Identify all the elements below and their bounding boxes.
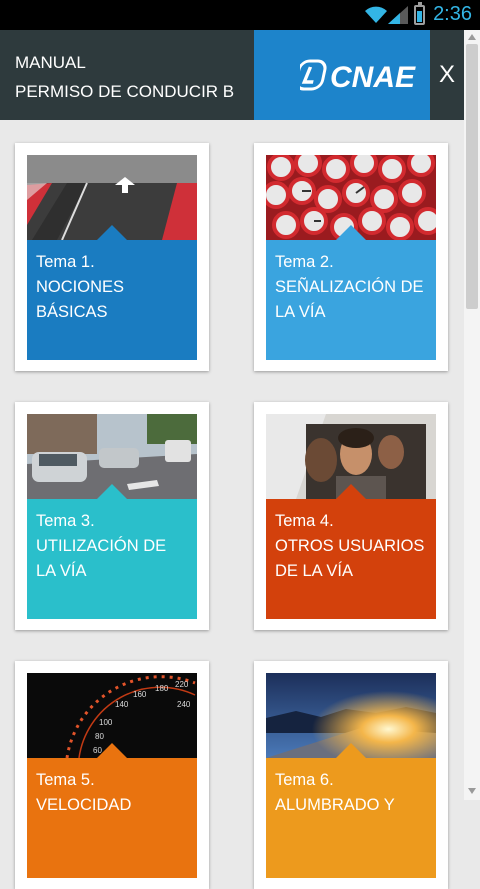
svg-text:240: 240 bbox=[177, 700, 191, 709]
topic-title-line-1: UTILIZACIÓN DE bbox=[36, 537, 167, 555]
topic-card-2[interactable]: Tema 2. SEÑALIZACIÓN DE LA VÍA bbox=[254, 143, 448, 371]
topic-number: Tema 4. bbox=[275, 512, 334, 530]
topic-panel: Tema 3. UTILIZACIÓN DE LA VÍA bbox=[27, 484, 197, 619]
topic-number: Tema 1. bbox=[36, 253, 95, 271]
topic-label: Tema 2. SEÑALIZACIÓN DE LA VÍA bbox=[275, 250, 430, 325]
topic-title-line-1: ALUMBRADO Y bbox=[275, 796, 395, 814]
logo-text: CNAE bbox=[330, 61, 416, 94]
topic-panel: Tema 5. VELOCIDAD bbox=[27, 743, 197, 878]
topic-number: Tema 5. bbox=[36, 771, 95, 789]
topic-label: Tema 3. UTILIZACIÓN DE LA VÍA bbox=[36, 509, 191, 584]
topic-title-line-2: LA VÍA bbox=[275, 303, 326, 321]
close-button[interactable]: X bbox=[430, 30, 464, 120]
svg-text:160: 160 bbox=[133, 690, 147, 699]
topic-number: Tema 3. bbox=[36, 512, 95, 530]
svg-text:100: 100 bbox=[99, 718, 113, 727]
scroll-down-icon[interactable] bbox=[466, 786, 478, 796]
clock: 2:36 bbox=[433, 3, 472, 25]
cnae-logo: CNAE bbox=[254, 30, 430, 120]
topic-number: Tema 2. bbox=[275, 253, 334, 271]
topic-card-3[interactable]: Tema 3. UTILIZACIÓN DE LA VÍA bbox=[15, 402, 209, 630]
topic-panel: Tema 4. OTROS USUARIOS DE LA VÍA bbox=[266, 484, 436, 619]
topic-title-line-1: OTROS USUARIOS bbox=[275, 537, 425, 555]
title-line-2: PERMISO DE CONDUCIR B bbox=[15, 82, 235, 101]
cnae-logo-mark: CNAE bbox=[300, 59, 416, 94]
topic-panel: Tema 2. SEÑALIZACIÓN DE LA VÍA bbox=[266, 225, 436, 360]
topic-label: Tema 5. VELOCIDAD bbox=[36, 768, 191, 818]
battery-icon bbox=[414, 2, 425, 25]
scrollbar-thumb[interactable] bbox=[466, 44, 478, 309]
app-header: MANUAL PERMISO DE CONDUCIR B CNAE X bbox=[0, 30, 464, 120]
page-title: MANUAL PERMISO DE CONDUCIR B bbox=[15, 48, 234, 106]
topic-card-1[interactable]: Tema 1. NOCIONES BÁSICAS bbox=[15, 143, 209, 371]
topic-title-line-2: LA VÍA bbox=[36, 562, 87, 580]
topic-panel: Tema 6. ALUMBRADO Y bbox=[266, 743, 436, 878]
topic-label: Tema 1. NOCIONES BÁSICAS bbox=[36, 250, 191, 325]
svg-text:180: 180 bbox=[155, 684, 169, 693]
svg-text:140: 140 bbox=[115, 700, 129, 709]
status-bar: 2:36 bbox=[0, 0, 480, 30]
topic-card-5[interactable]: 6080100 140160180 220240 Tema 5. VELOCID… bbox=[15, 661, 209, 889]
topic-title-line-2: DE LA VÍA bbox=[275, 562, 353, 580]
signal-icon bbox=[388, 6, 408, 24]
topic-card-6[interactable]: Tema 6. ALUMBRADO Y bbox=[254, 661, 448, 889]
topic-title-line-1: NOCIONES bbox=[36, 278, 125, 296]
topic-number: Tema 6. bbox=[275, 771, 334, 789]
wifi-icon bbox=[365, 6, 387, 23]
topic-title-line-1: VELOCIDAD bbox=[36, 796, 132, 814]
svg-text:80: 80 bbox=[95, 732, 104, 741]
topic-label: Tema 4. OTROS USUARIOS DE LA VÍA bbox=[275, 509, 430, 584]
topic-panel: Tema 1. NOCIONES BÁSICAS bbox=[27, 225, 197, 360]
topic-title-line-2: BÁSICAS bbox=[36, 303, 108, 321]
topic-label: Tema 6. ALUMBRADO Y bbox=[275, 768, 430, 818]
svg-text:220: 220 bbox=[175, 680, 189, 689]
topic-card-4[interactable]: Tema 4. OTROS USUARIOS DE LA VÍA bbox=[254, 402, 448, 630]
title-line-1: MANUAL bbox=[15, 53, 86, 72]
topic-title-line-1: SEÑALIZACIÓN DE bbox=[275, 278, 424, 296]
scroll-up-icon[interactable] bbox=[466, 32, 478, 42]
